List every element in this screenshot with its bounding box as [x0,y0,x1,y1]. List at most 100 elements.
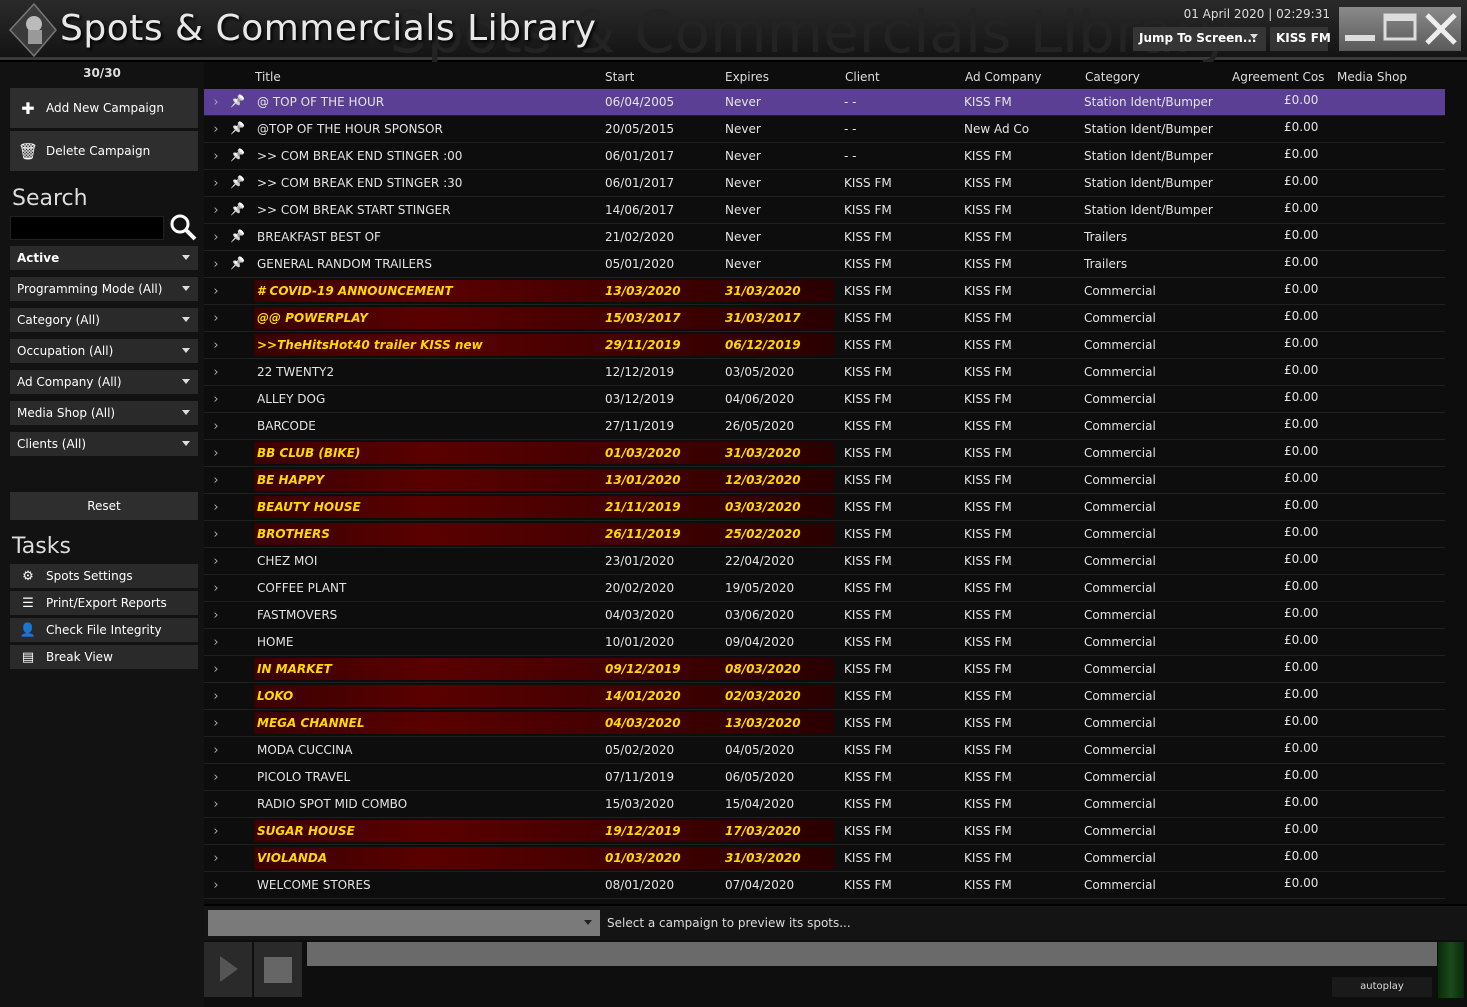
table-row[interactable]: › CHEZ MOI 23/01/2020 22/04/2020 KISS FM KISS… [204,548,1445,575]
expand-chevron-icon[interactable]: › [210,662,222,677]
table-row[interactable]: › 📌 BREAKFAST BEST OF 21/02/2020 Never KISS F… [204,224,1445,251]
table-row[interactable]: › BEAUTY HOUSE 21/11/2019 03/03/2020 KISS FM… [204,494,1445,521]
table-row[interactable]: › 📌 >> COM BREAK END STINGER :00 06/01/2017… [204,143,1445,170]
status-filter[interactable]: Active [10,246,198,270]
table-row[interactable]: › # COVID-19 ANNOUNCEMENT 13/03/2020 31/03/… [204,278,1445,305]
occupation-filter[interactable]: Occupation (All) [10,339,198,363]
pin-icon[interactable]: 📌 [230,148,245,162]
table-row[interactable]: › WELCOME STORES 08/01/2020 07/04/2020 KISS … [204,872,1445,899]
table-row[interactable]: › 📌 >> COM BREAK END STINGER :30 06/01/2017… [204,170,1445,197]
stop-button[interactable] [254,942,302,997]
expand-chevron-icon[interactable]: › [210,635,222,650]
expand-chevron-icon[interactable]: › [210,608,222,623]
expand-chevron-icon[interactable]: › [210,338,222,353]
autoplay-toggle[interactable]: autoplay [1332,977,1432,997]
expand-chevron-icon[interactable]: › [210,851,222,866]
station-button[interactable]: KISS FM [1270,27,1331,51]
expand-chevron-icon[interactable]: › [210,824,222,839]
col-agreement-cost[interactable]: Agreement Cos [1232,70,1324,84]
table-row[interactable]: › PICOLO TRAVEL 07/11/2019 06/05/2020 KISS F… [204,764,1445,791]
delete-campaign-button[interactable]: 🗑 Delete Campaign [10,131,198,171]
expand-chevron-icon[interactable]: › [210,446,222,461]
expand-chevron-icon[interactable]: › [210,176,222,191]
maximize-icon[interactable] [1383,13,1417,41]
expand-chevron-icon[interactable]: › [210,554,222,569]
play-button[interactable] [204,942,252,997]
table-row[interactable]: › 📌 >> COM BREAK START STINGER 14/06/2017 Ne… [204,197,1445,224]
table-row[interactable]: › MODA CUCCINA 05/02/2020 04/05/2020 KISS FM… [204,737,1445,764]
expand-chevron-icon[interactable]: › [210,95,222,110]
table-row[interactable]: › 22 TWENTY2 12/12/2019 03/05/2020 KISS FM KI… [204,359,1445,386]
pin-icon[interactable]: 📌 [230,229,245,243]
clients-filter[interactable]: Clients (All) [10,432,198,456]
pin-icon[interactable]: 📌 [230,202,245,216]
col-category[interactable]: Category [1085,70,1140,84]
print-export-task[interactable]: ☰ Print/Export Reports [10,591,198,615]
expand-chevron-icon[interactable]: › [210,203,222,218]
expand-chevron-icon[interactable]: › [210,473,222,488]
expand-chevron-icon[interactable]: › [210,365,222,380]
table-row[interactable]: › BE HAPPY 13/01/2020 12/03/2020 KISS FM KISS… [204,467,1445,494]
minimize-icon[interactable] [1345,35,1375,41]
expand-chevron-icon[interactable]: › [210,392,222,407]
search-icon[interactable] [168,212,198,242]
table-row[interactable]: › BROTHERS 26/11/2019 25/02/2020 KISS FM KISS… [204,521,1445,548]
close-icon[interactable] [1425,13,1457,45]
table-row[interactable]: › HOME 10/01/2020 09/04/2020 KISS FM KISS FM C… [204,629,1445,656]
expand-chevron-icon[interactable]: › [210,581,222,596]
expand-chevron-icon[interactable]: › [210,149,222,164]
col-title[interactable]: Title [255,70,281,84]
table-row[interactable]: › BB CLUB (BIKE) 01/03/2020 31/03/2020 KISS … [204,440,1445,467]
table-row[interactable]: › FASTMOVERS 04/03/2020 03/06/2020 KISS FM KI… [204,602,1445,629]
table-row[interactable]: › VIOLANDA 01/03/2020 31/03/2020 KISS FM KISS… [204,845,1445,872]
search-input[interactable] [10,216,164,240]
table-row[interactable]: › LOKO 14/01/2020 02/03/2020 KISS FM KISS FM C… [204,683,1445,710]
col-start[interactable]: Start [605,70,634,84]
expand-chevron-icon[interactable]: › [210,419,222,434]
pin-icon[interactable]: 📌 [230,94,245,108]
media-shop-filter[interactable]: Media Shop (All) [10,401,198,425]
table-row[interactable]: › COFFEE PLANT 20/02/2020 19/05/2020 KISS FM… [204,575,1445,602]
expand-chevron-icon[interactable]: › [210,716,222,731]
table-row[interactable]: › 📌 @ TOP OF THE HOUR 06/04/2005 Never - - KIS… [204,89,1445,116]
add-campaign-button[interactable]: ✚ Add New Campaign [10,88,198,128]
programming-mode-filter[interactable]: Programming Mode (All) [10,277,198,301]
playback-progress-bar[interactable] [307,942,1437,966]
ad-company-filter[interactable]: Ad Company (All) [10,370,198,394]
expand-chevron-icon[interactable]: › [210,311,222,326]
pin-icon[interactable]: 📌 [230,256,245,270]
pin-icon[interactable]: 📌 [230,175,245,189]
table-row[interactable]: › BARCODE 27/11/2019 26/05/2020 KISS FM KISS … [204,413,1445,440]
spots-settings-task[interactable]: ⚙ Spots Settings [10,564,198,588]
reset-button[interactable]: Reset [10,492,198,520]
col-client[interactable]: Client [845,70,880,84]
check-integrity-task[interactable]: 👤 Check File Integrity [10,618,198,642]
col-ad-company[interactable]: Ad Company [965,70,1042,84]
spot-preview-dropdown[interactable] [208,910,600,936]
expand-chevron-icon[interactable]: › [210,122,222,137]
expand-chevron-icon[interactable]: › [210,284,222,299]
scrollbar[interactable] [1449,89,1463,901]
table-row[interactable]: › RADIO SPOT MID COMBO 15/03/2020 15/04/202… [204,791,1445,818]
expand-chevron-icon[interactable]: › [210,230,222,245]
table-row[interactable]: › ALLEY DOG 03/12/2019 04/06/2020 KISS FM KIS… [204,386,1445,413]
category-filter[interactable]: Category (All) [10,308,198,332]
table-row[interactable]: › SUGAR HOUSE 19/12/2019 17/03/2020 KISS FM K… [204,818,1445,845]
table-row[interactable]: › MEGA CHANNEL 04/03/2020 13/03/2020 KISS FM… [204,710,1445,737]
table-row[interactable]: › @@ POWERPLAY 15/03/2017 31/03/2017 KISS FM… [204,305,1445,332]
expand-chevron-icon[interactable]: › [210,770,222,785]
expand-chevron-icon[interactable]: › [210,500,222,515]
table-row[interactable]: › 📌 @TOP OF THE HOUR SPONSOR 20/05/2015 Neve… [204,116,1445,143]
col-media-shop[interactable]: Media Shop [1337,70,1407,84]
jump-to-screen-dropdown[interactable]: Jump To Screen... [1133,27,1266,51]
table-row[interactable]: › IN MARKET 09/12/2019 08/03/2020 KISS FM KIS… [204,656,1445,683]
expand-chevron-icon[interactable]: › [210,527,222,542]
pin-icon[interactable]: 📌 [230,121,245,135]
expand-chevron-icon[interactable]: › [210,689,222,704]
expand-chevron-icon[interactable]: › [210,797,222,812]
table-row[interactable]: › >>TheHitsHot40 trailer KISS new 29/11/20… [204,332,1445,359]
expand-chevron-icon[interactable]: › [210,743,222,758]
expand-chevron-icon[interactable]: › [210,878,222,893]
expand-chevron-icon[interactable]: › [210,257,222,272]
table-row[interactable]: › 📌 GENERAL RANDOM TRAILERS 05/01/2020 Never… [204,251,1445,278]
